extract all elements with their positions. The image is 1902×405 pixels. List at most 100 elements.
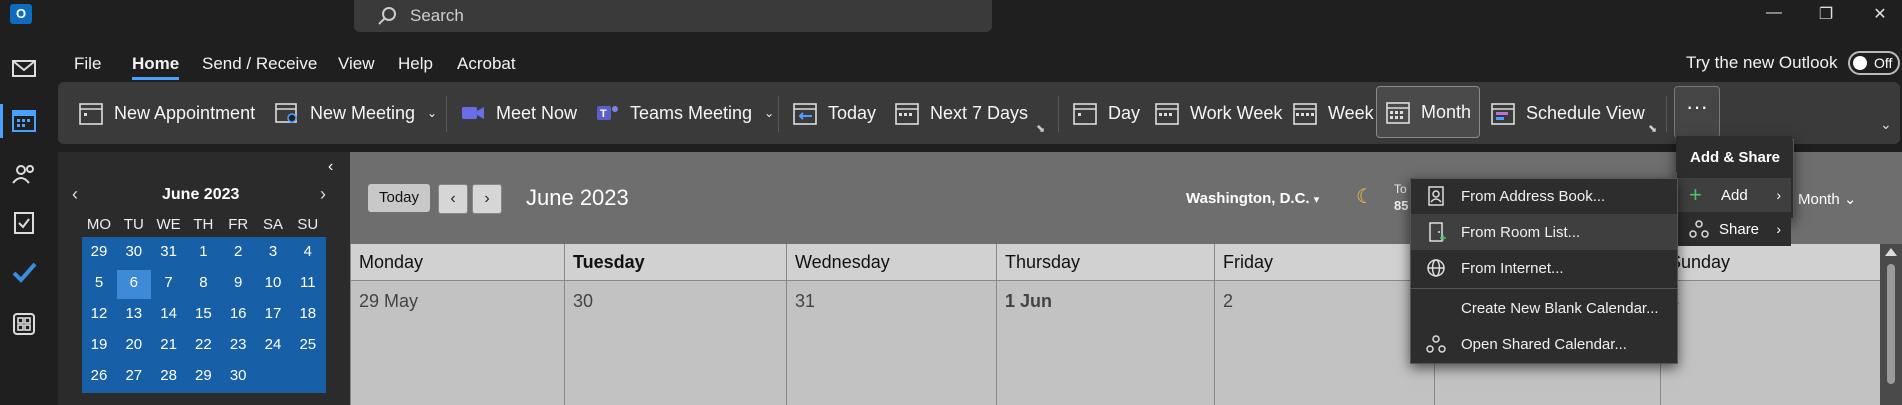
mini-calendar-day[interactable]: 28 <box>152 361 186 390</box>
mini-calendar-day[interactable]: 27 <box>117 361 151 390</box>
next-month-button[interactable]: › <box>472 184 502 214</box>
day-cell[interactable]: 2 <box>1214 280 1434 405</box>
mini-calendar-day[interactable]: 22 <box>186 330 220 359</box>
weather-temperature: 85 <box>1394 198 1409 213</box>
try-new-outlook-toggle[interactable]: Off <box>1848 51 1900 75</box>
day-cell[interactable]: 1 Jun <box>996 280 1214 405</box>
today-button[interactable]: Today <box>792 94 876 132</box>
mini-calendar-day[interactable]: 15 <box>186 299 220 328</box>
day-cell[interactable]: 29 May <box>350 280 564 405</box>
previous-month-button[interactable]: ‹ <box>438 184 468 214</box>
address-book-icon <box>1428 186 1444 206</box>
mini-calendar-day[interactable]: 9 <box>221 268 255 297</box>
mini-calendar-day[interactable]: 19 <box>82 330 116 359</box>
mini-calendar-day[interactable]: 29 <box>82 237 116 266</box>
mini-calendar-day[interactable]: 29 <box>186 361 220 390</box>
from-address-book-item[interactable]: From Address Book... <box>1411 178 1677 214</box>
mini-calendar-day[interactable]: 25 <box>291 330 325 359</box>
work-week-view-button[interactable]: Work Week <box>1154 94 1282 132</box>
dialog-launcher-icon[interactable]: ⬊ <box>1036 122 1045 135</box>
tasks-icon[interactable] <box>10 208 38 236</box>
day-header: Thursday <box>996 244 1214 280</box>
weather-label: To <box>1394 182 1407 196</box>
from-room-list-item[interactable]: From Room List... <box>1411 214 1677 250</box>
share-menu-button[interactable]: Share › <box>1677 212 1791 246</box>
mini-calendar-day[interactable]: 11 <box>291 268 325 297</box>
menu-send-receive[interactable]: Send / Receive <box>202 54 317 74</box>
mini-calendar-day[interactable]: 17 <box>256 299 290 328</box>
ribbon-collapse-chevron-icon[interactable]: ⌄ <box>1880 116 1892 133</box>
mini-calendar-day[interactable]: 8 <box>186 268 220 297</box>
mini-calendar-day[interactable]: 14 <box>152 299 186 328</box>
mini-calendar-day[interactable]: 23 <box>221 330 255 359</box>
mini-calendar-day[interactable]: 20 <box>117 330 151 359</box>
search-box[interactable]: Search <box>354 0 992 32</box>
mini-calendar-day[interactable]: 26 <box>82 361 116 390</box>
calendar-week-icon <box>895 103 919 125</box>
schedule-icon <box>1491 103 1515 125</box>
dialog-launcher-icon[interactable]: ⬊ <box>1648 122 1657 135</box>
scroll-up-arrow-icon[interactable] <box>1885 248 1897 256</box>
mini-next-month-icon[interactable]: › <box>320 184 326 205</box>
collapse-pane-chevron-icon[interactable]: ‹ <box>328 158 333 176</box>
next-7-days-button[interactable]: Next 7 Days <box>894 94 1028 132</box>
day-view-button[interactable]: Day <box>1072 94 1140 132</box>
menu-acrobat[interactable]: Acrobat <box>457 54 516 74</box>
mini-calendar-day[interactable]: 30 <box>221 361 255 390</box>
scrollbar-thumb[interactable] <box>1887 264 1895 384</box>
from-internet-item[interactable]: From Internet... <box>1411 250 1677 286</box>
week-view-button[interactable]: Week <box>1292 94 1374 132</box>
mini-calendar-day[interactable]: 21 <box>152 330 186 359</box>
add-menu-button[interactable]: + Add › <box>1677 178 1791 212</box>
mini-calendar-day[interactable]: 10 <box>256 268 290 297</box>
mini-calendar-day[interactable]: 7 <box>152 268 186 297</box>
menu-home[interactable]: Home <box>132 54 180 80</box>
mini-calendar-day[interactable]: 6 <box>117 268 151 297</box>
open-shared-calendar-item[interactable]: Open Shared Calendar... <box>1411 326 1677 362</box>
mini-calendar-day[interactable]: 5 <box>82 268 116 297</box>
apps-icon[interactable] <box>10 310 38 338</box>
meet-now-button[interactable]: Meet Now <box>460 94 577 132</box>
mini-calendar-day[interactable]: 16 <box>221 299 255 328</box>
people-icon[interactable] <box>10 160 38 188</box>
minimize-button[interactable]: — <box>1762 4 1786 24</box>
weather-location[interactable]: Washington, D.C. ▾ <box>1186 190 1319 207</box>
mini-calendar-day[interactable]: 31 <box>152 237 186 266</box>
day-cell[interactable]: 31 <box>786 280 996 405</box>
mini-calendar-day[interactable]: 2 <box>221 237 255 266</box>
menu-file[interactable]: File <box>74 54 101 74</box>
calendar-icon[interactable] <box>10 106 38 134</box>
mini-calendar-day[interactable]: 1 <box>186 237 220 266</box>
mini-calendar-day[interactable]: 3 <box>256 237 290 266</box>
restore-button[interactable]: ❐ <box>1814 4 1838 24</box>
create-blank-calendar-item[interactable]: Create New Blank Calendar... <box>1411 290 1677 326</box>
mini-calendar-day[interactable]: 13 <box>117 299 151 328</box>
teams-meeting-button[interactable]: T Teams Meeting ⌄ <box>594 94 774 132</box>
mini-calendar-day[interactable]: 18 <box>291 299 325 328</box>
chevron-right-icon: › <box>1776 221 1781 237</box>
mini-prev-month-icon[interactable]: ‹ <box>72 184 78 205</box>
add-share-title: Add & Share <box>1690 149 1781 166</box>
schedule-view-button[interactable]: Schedule View <box>1490 94 1645 132</box>
mini-calendar-day[interactable]: 24 <box>256 330 290 359</box>
new-appointment-button[interactable]: New Appointment <box>78 94 255 132</box>
day-cell[interactable]: 4 <box>1660 280 1880 405</box>
new-appointment-label: New Appointment <box>114 102 256 123</box>
mail-icon[interactable] <box>10 54 38 82</box>
close-button[interactable]: ✕ <box>1868 4 1892 24</box>
go-to-today-button[interactable]: Today <box>368 184 430 212</box>
chevron-down-icon: ⌄ <box>427 106 438 120</box>
more-commands-button[interactable]: ··· <box>1674 86 1720 138</box>
day-cell[interactable]: 30 <box>564 280 786 405</box>
view-selector[interactable]: Month ⌄ <box>1798 190 1856 208</box>
mini-calendar-day[interactable]: 4 <box>291 237 325 266</box>
create-blank-calendar-label: Create New Blank Calendar... <box>1461 299 1659 317</box>
vertical-scrollbar[interactable] <box>1880 244 1902 405</box>
mini-calendar-day[interactable]: 30 <box>117 237 151 266</box>
menu-view[interactable]: View <box>338 54 375 74</box>
menu-help[interactable]: Help <box>398 54 433 74</box>
month-view-button[interactable]: Month <box>1376 86 1481 138</box>
new-meeting-button[interactable]: New Meeting ⌄ <box>274 94 437 132</box>
mini-calendar-day[interactable]: 12 <box>82 299 116 328</box>
todo-check-icon[interactable] <box>10 258 38 286</box>
